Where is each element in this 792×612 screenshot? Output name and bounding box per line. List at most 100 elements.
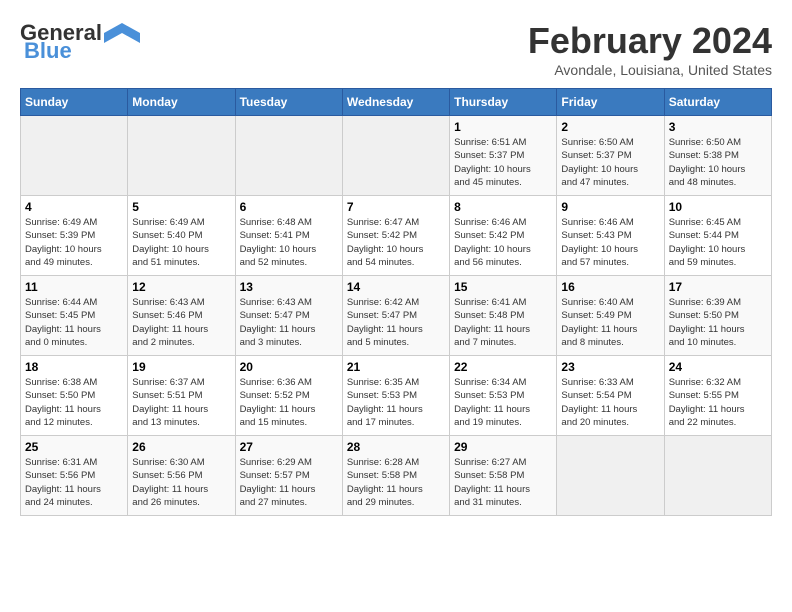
day-info: Sunrise: 6:28 AM Sunset: 5:58 PM Dayligh… — [347, 456, 445, 509]
col-wednesday: Wednesday — [342, 89, 449, 116]
day-info: Sunrise: 6:50 AM Sunset: 5:38 PM Dayligh… — [669, 136, 767, 189]
day-info: Sunrise: 6:37 AM Sunset: 5:51 PM Dayligh… — [132, 376, 230, 429]
day-info: Sunrise: 6:50 AM Sunset: 5:37 PM Dayligh… — [561, 136, 659, 189]
calendar-cell-w2-d5: 9 Sunrise: 6:46 AM Sunset: 5:43 PM Daylig… — [557, 196, 664, 276]
day-info: Sunrise: 6:47 AM Sunset: 5:42 PM Dayligh… — [347, 216, 445, 269]
day-number: 22 — [454, 360, 552, 374]
day-number: 18 — [25, 360, 123, 374]
day-number: 2 — [561, 120, 659, 134]
calendar-cell-w5-d5 — [557, 436, 664, 516]
calendar-cell-w2-d3: 7Sunrise: 6:47 AM Sunset: 5:42 PM Daylig… — [342, 196, 449, 276]
calendar-cell-w3-d4: 15 Sunrise: 6:41 AM Sunset: 5:48 PM Dayli… — [450, 276, 557, 356]
week-row-4: 18 Sunrise: 6:38 AM Sunset: 5:50 PM Dayli… — [21, 356, 772, 436]
day-info: Sunrise: 6:38 AM Sunset: 5:50 PM Dayligh… — [25, 376, 123, 429]
location-subtitle: Avondale, Louisiana, United States — [528, 62, 772, 78]
day-info: Sunrise: 6:46 AM Sunset: 5:43 PM Dayligh… — [561, 216, 659, 269]
day-info: Sunrise: 6:33 AM Sunset: 5:54 PM Dayligh… — [561, 376, 659, 429]
calendar-cell-w3-d6: 17 Sunrise: 6:39 AM Sunset: 5:50 PM Dayli… — [664, 276, 771, 356]
day-number: 14 — [347, 280, 445, 294]
day-number: 26 — [132, 440, 230, 454]
day-info: Sunrise: 6:36 AM Sunset: 5:52 PM Dayligh… — [240, 376, 338, 429]
col-thursday: Thursday — [450, 89, 557, 116]
day-number: 5 — [132, 200, 230, 214]
day-info: Sunrise: 6:34 AM Sunset: 5:53 PM Dayligh… — [454, 376, 552, 429]
day-number: 16 — [561, 280, 659, 294]
day-number: 6 — [240, 200, 338, 214]
col-tuesday: Tuesday — [235, 89, 342, 116]
col-friday: Friday — [557, 89, 664, 116]
calendar-cell-w1-d6: 3Sunrise: 6:50 AM Sunset: 5:38 PM Daylig… — [664, 116, 771, 196]
calendar-cell-w1-d1 — [128, 116, 235, 196]
day-info: Sunrise: 6:40 AM Sunset: 5:49 PM Dayligh… — [561, 296, 659, 349]
day-number: 9 — [561, 200, 659, 214]
day-number: 11 — [25, 280, 123, 294]
day-info: Sunrise: 6:51 AM Sunset: 5:37 PM Dayligh… — [454, 136, 552, 189]
calendar-cell-w4-d0: 18 Sunrise: 6:38 AM Sunset: 5:50 PM Dayli… — [21, 356, 128, 436]
logo-icon — [104, 23, 140, 43]
week-row-3: 11 Sunrise: 6:44 AM Sunset: 5:45 PM Dayli… — [21, 276, 772, 356]
calendar-cell-w3-d0: 11 Sunrise: 6:44 AM Sunset: 5:45 PM Dayli… — [21, 276, 128, 356]
day-number: 12 — [132, 280, 230, 294]
day-number: 8 — [454, 200, 552, 214]
col-saturday: Saturday — [664, 89, 771, 116]
logo-blue: Blue — [20, 38, 72, 64]
logo: General Blue — [20, 20, 140, 64]
day-info: Sunrise: 6:43 AM Sunset: 5:47 PM Dayligh… — [240, 296, 338, 349]
calendar-cell-w2-d4: 8 Sunrise: 6:46 AM Sunset: 5:42 PM Daylig… — [450, 196, 557, 276]
day-number: 19 — [132, 360, 230, 374]
calendar-cell-w5-d3: 28 Sunrise: 6:28 AM Sunset: 5:58 PM Dayli… — [342, 436, 449, 516]
calendar-cell-w4-d2: 20 Sunrise: 6:36 AM Sunset: 5:52 PM Dayli… — [235, 356, 342, 436]
month-year-title: February 2024 — [528, 20, 772, 62]
day-info: Sunrise: 6:46 AM Sunset: 5:42 PM Dayligh… — [454, 216, 552, 269]
calendar-cell-w5-d6 — [664, 436, 771, 516]
calendar-cell-w2-d1: 5 Sunrise: 6:49 AM Sunset: 5:40 PM Daylig… — [128, 196, 235, 276]
calendar-cell-w2-d6: 10 Sunrise: 6:45 AM Sunset: 5:44 PM Dayli… — [664, 196, 771, 276]
calendar-cell-w3-d1: 12 Sunrise: 6:43 AM Sunset: 5:46 PM Dayli… — [128, 276, 235, 356]
calendar-header: Sunday Monday Tuesday Wednesday Thursday… — [21, 89, 772, 116]
day-info: Sunrise: 6:44 AM Sunset: 5:45 PM Dayligh… — [25, 296, 123, 349]
day-info: Sunrise: 6:42 AM Sunset: 5:47 PM Dayligh… — [347, 296, 445, 349]
calendar-cell-w1-d2 — [235, 116, 342, 196]
calendar-cell-w1-d0 — [21, 116, 128, 196]
day-info: Sunrise: 6:31 AM Sunset: 5:56 PM Dayligh… — [25, 456, 123, 509]
calendar-body: 1 Sunrise: 6:51 AM Sunset: 5:37 PM Daylig… — [21, 116, 772, 516]
page-header: General Blue February 2024 Avondale, Lou… — [20, 20, 772, 78]
day-info: Sunrise: 6:41 AM Sunset: 5:48 PM Dayligh… — [454, 296, 552, 349]
calendar-cell-w3-d5: 16 Sunrise: 6:40 AM Sunset: 5:49 PM Dayli… — [557, 276, 664, 356]
calendar-cell-w4-d1: 19 Sunrise: 6:37 AM Sunset: 5:51 PM Dayli… — [128, 356, 235, 436]
day-info: Sunrise: 6:29 AM Sunset: 5:57 PM Dayligh… — [240, 456, 338, 509]
day-number: 15 — [454, 280, 552, 294]
day-info: Sunrise: 6:43 AM Sunset: 5:46 PM Dayligh… — [132, 296, 230, 349]
calendar-cell-w2-d2: 6 Sunrise: 6:48 AM Sunset: 5:41 PM Daylig… — [235, 196, 342, 276]
week-row-1: 1 Sunrise: 6:51 AM Sunset: 5:37 PM Daylig… — [21, 116, 772, 196]
calendar-cell-w1-d5: 2 Sunrise: 6:50 AM Sunset: 5:37 PM Daylig… — [557, 116, 664, 196]
calendar-cell-w4-d6: 24Sunrise: 6:32 AM Sunset: 5:55 PM Dayli… — [664, 356, 771, 436]
col-monday: Monday — [128, 89, 235, 116]
day-info: Sunrise: 6:27 AM Sunset: 5:58 PM Dayligh… — [454, 456, 552, 509]
day-info: Sunrise: 6:45 AM Sunset: 5:44 PM Dayligh… — [669, 216, 767, 269]
calendar-cell-w4-d4: 22 Sunrise: 6:34 AM Sunset: 5:53 PM Dayli… — [450, 356, 557, 436]
week-row-2: 4Sunrise: 6:49 AM Sunset: 5:39 PM Daylig… — [21, 196, 772, 276]
calendar-cell-w5-d4: 29 Sunrise: 6:27 AM Sunset: 5:58 PM Dayli… — [450, 436, 557, 516]
calendar-cell-w3-d2: 13Sunrise: 6:43 AM Sunset: 5:47 PM Dayli… — [235, 276, 342, 356]
day-number: 28 — [347, 440, 445, 454]
day-number: 29 — [454, 440, 552, 454]
title-section: February 2024 Avondale, Louisiana, Unite… — [528, 20, 772, 78]
day-info: Sunrise: 6:39 AM Sunset: 5:50 PM Dayligh… — [669, 296, 767, 349]
day-info: Sunrise: 6:32 AM Sunset: 5:55 PM Dayligh… — [669, 376, 767, 429]
day-number: 10 — [669, 200, 767, 214]
col-sunday: Sunday — [21, 89, 128, 116]
day-info: Sunrise: 6:48 AM Sunset: 5:41 PM Dayligh… — [240, 216, 338, 269]
day-number: 20 — [240, 360, 338, 374]
day-info: Sunrise: 6:49 AM Sunset: 5:40 PM Dayligh… — [132, 216, 230, 269]
day-number: 1 — [454, 120, 552, 134]
calendar-table: Sunday Monday Tuesday Wednesday Thursday… — [20, 88, 772, 516]
calendar-cell-w5-d0: 25Sunrise: 6:31 AM Sunset: 5:56 PM Dayli… — [21, 436, 128, 516]
calendar-cell-w4-d5: 23Sunrise: 6:33 AM Sunset: 5:54 PM Dayli… — [557, 356, 664, 436]
header-row: Sunday Monday Tuesday Wednesday Thursday… — [21, 89, 772, 116]
day-number: 4 — [25, 200, 123, 214]
day-number: 17 — [669, 280, 767, 294]
week-row-5: 25Sunrise: 6:31 AM Sunset: 5:56 PM Dayli… — [21, 436, 772, 516]
day-number: 21 — [347, 360, 445, 374]
day-number: 27 — [240, 440, 338, 454]
